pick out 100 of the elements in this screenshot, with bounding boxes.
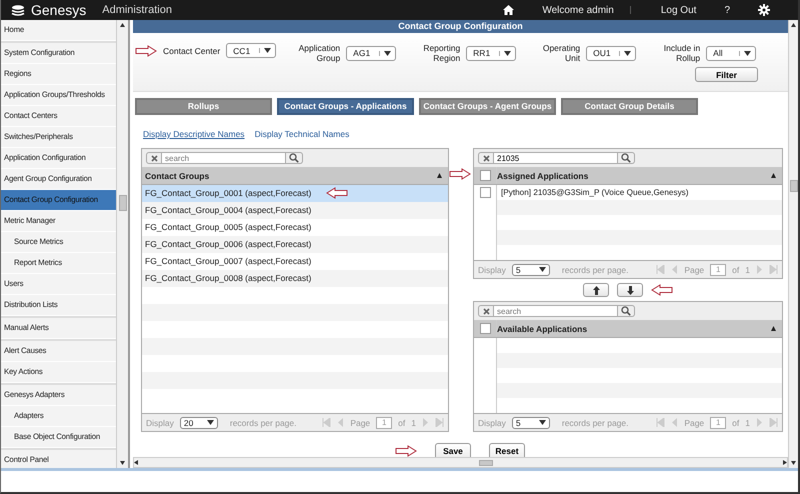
display-names-link[interactable]: Display Descriptive Names xyxy=(143,128,245,140)
annotation-arrow-icon xyxy=(395,445,417,457)
down-arrow-icon xyxy=(626,286,634,294)
action-button[interactable]: Save xyxy=(435,443,471,457)
annotation-arrow-icon xyxy=(135,44,157,56)
sidebar-scrollbar[interactable] xyxy=(116,20,128,468)
of-label: of xyxy=(398,418,406,428)
search-icon xyxy=(289,153,299,163)
page-label: Page xyxy=(684,418,704,428)
filter-dropdown[interactable]: OU1 xyxy=(586,46,636,60)
scroll-left-icon[interactable] xyxy=(134,460,138,465)
annotation-arrow-icon xyxy=(449,168,471,180)
close-icon xyxy=(482,154,490,162)
records-per-page-label: records per page. xyxy=(562,264,628,274)
sort-arrow-icon[interactable] xyxy=(771,173,776,178)
search-icon xyxy=(621,306,631,316)
row-checkbox[interactable] xyxy=(480,187,490,198)
filter-dropdown[interactable]: CC1 xyxy=(226,43,276,58)
logo-icon xyxy=(11,4,25,16)
move-down-button[interactable] xyxy=(617,283,643,297)
search-button[interactable] xyxy=(286,152,303,164)
dropdown-arrow-icon xyxy=(206,420,214,425)
display-names-link[interactable]: Display Technical Names xyxy=(254,128,350,140)
records-per-page-label: records per page. xyxy=(562,418,628,428)
scroll-up-icon[interactable] xyxy=(120,23,125,27)
settings-icon[interactable] xyxy=(758,4,770,16)
page-title: Contact Group Configuration xyxy=(133,20,788,33)
search-field[interactable]: search xyxy=(162,152,286,164)
scroll-thumb[interactable] xyxy=(118,195,126,211)
select-all-checkbox[interactable] xyxy=(480,170,490,181)
scroll-thumb[interactable] xyxy=(790,180,798,192)
display-label: Display xyxy=(478,418,506,428)
filter-button[interactable]: Filter xyxy=(695,67,758,82)
scroll-up-icon[interactable] xyxy=(791,23,796,27)
of-label: of xyxy=(732,418,740,428)
close-icon xyxy=(150,154,158,162)
brand-name: Genesys xyxy=(31,2,86,18)
filter-label: Reporting Region xyxy=(422,43,460,63)
contact-group-row[interactable]: FG_Contact_Group_0004 (aspect,Forecast) xyxy=(142,202,448,219)
page-total: 1 xyxy=(411,418,416,428)
display-label: Display xyxy=(478,264,506,274)
horizontal-scrollbar[interactable] xyxy=(133,457,788,468)
sort-arrow-icon[interactable] xyxy=(771,326,776,331)
search-icon xyxy=(621,153,631,163)
page-label: Page xyxy=(350,418,370,428)
records-per-page-label: records per page. xyxy=(230,418,296,428)
dropdown-arrow-icon xyxy=(619,50,632,56)
sort-arrow-icon[interactable] xyxy=(437,173,442,178)
column-header: Available Applications xyxy=(497,324,588,334)
clear-search-button[interactable] xyxy=(478,305,494,317)
dropdown-arrow-icon xyxy=(499,50,512,56)
annotation-arrow-icon xyxy=(326,187,348,199)
contact-group-row[interactable]: FG_Contact_Group_0006 (aspect,Forecast) xyxy=(142,236,448,253)
filter-dropdown[interactable]: RR1 xyxy=(466,46,516,60)
column-header: Contact Groups xyxy=(145,170,210,180)
application-row[interactable]: [Python] 21035@G3Sim_P (Voice Queue,Genesys) xyxy=(497,188,688,197)
scroll-down-icon[interactable] xyxy=(120,461,125,465)
records-per-page-dropdown[interactable]: 5 xyxy=(512,416,550,428)
close-icon xyxy=(482,308,490,314)
contact-group-row[interactable]: FG_Contact_Group_0008 (aspect,Forecast) xyxy=(142,270,448,287)
dropdown-arrow-icon xyxy=(379,50,392,56)
filter-dropdown[interactable]: AG1 xyxy=(346,46,396,60)
records-per-page-dropdown[interactable]: 5 xyxy=(512,264,550,276)
up-arrow-icon xyxy=(592,286,600,294)
action-button[interactable]: Reset xyxy=(489,443,525,457)
dropdown-arrow-icon xyxy=(538,267,546,272)
search-field[interactable]: 21035 xyxy=(494,152,618,164)
help-link[interactable]: ? xyxy=(724,4,730,16)
search-button[interactable] xyxy=(618,305,635,317)
app-title: Administration xyxy=(102,4,172,16)
dropdown-arrow-icon xyxy=(259,48,272,53)
home-icon[interactable] xyxy=(503,5,514,15)
page-total: 1 xyxy=(745,418,750,428)
page-scrollbar[interactable] xyxy=(788,20,798,468)
move-up-button[interactable] xyxy=(583,283,609,297)
welcome-text: Welcome admin xyxy=(542,4,614,16)
filter-label: Contact Center xyxy=(163,46,220,56)
of-label: of xyxy=(732,264,740,274)
filter-label: Operating Unit xyxy=(542,43,580,63)
select-all-checkbox[interactable] xyxy=(480,323,490,334)
filter-label: Application Group xyxy=(298,43,340,63)
scroll-down-icon[interactable] xyxy=(791,461,796,465)
filter-dropdown[interactable]: All xyxy=(706,46,756,60)
display-label: Display xyxy=(146,418,174,428)
page-label: Page xyxy=(684,264,704,274)
records-per-page-dropdown[interactable]: 20 xyxy=(180,416,218,428)
search-button[interactable] xyxy=(618,152,635,164)
contact-group-row[interactable]: FG_Contact_Group_0001 (aspect,Forecast) xyxy=(142,185,448,202)
tab[interactable]: Contact Groups - Applications xyxy=(277,98,414,115)
filter-label: Include in Rollup xyxy=(662,43,700,63)
clear-search-button[interactable] xyxy=(478,152,494,164)
column-header: Assigned Applications xyxy=(497,170,590,180)
search-field[interactable]: search xyxy=(494,305,618,317)
annotation-arrow-icon xyxy=(651,284,673,296)
scroll-thumb[interactable] xyxy=(479,460,493,466)
clear-search-button[interactable] xyxy=(146,152,162,164)
dropdown-arrow-icon xyxy=(538,420,546,425)
page-total: 1 xyxy=(745,264,750,274)
dropdown-arrow-icon xyxy=(739,50,752,56)
log-out-link[interactable]: Log Out xyxy=(660,4,696,16)
